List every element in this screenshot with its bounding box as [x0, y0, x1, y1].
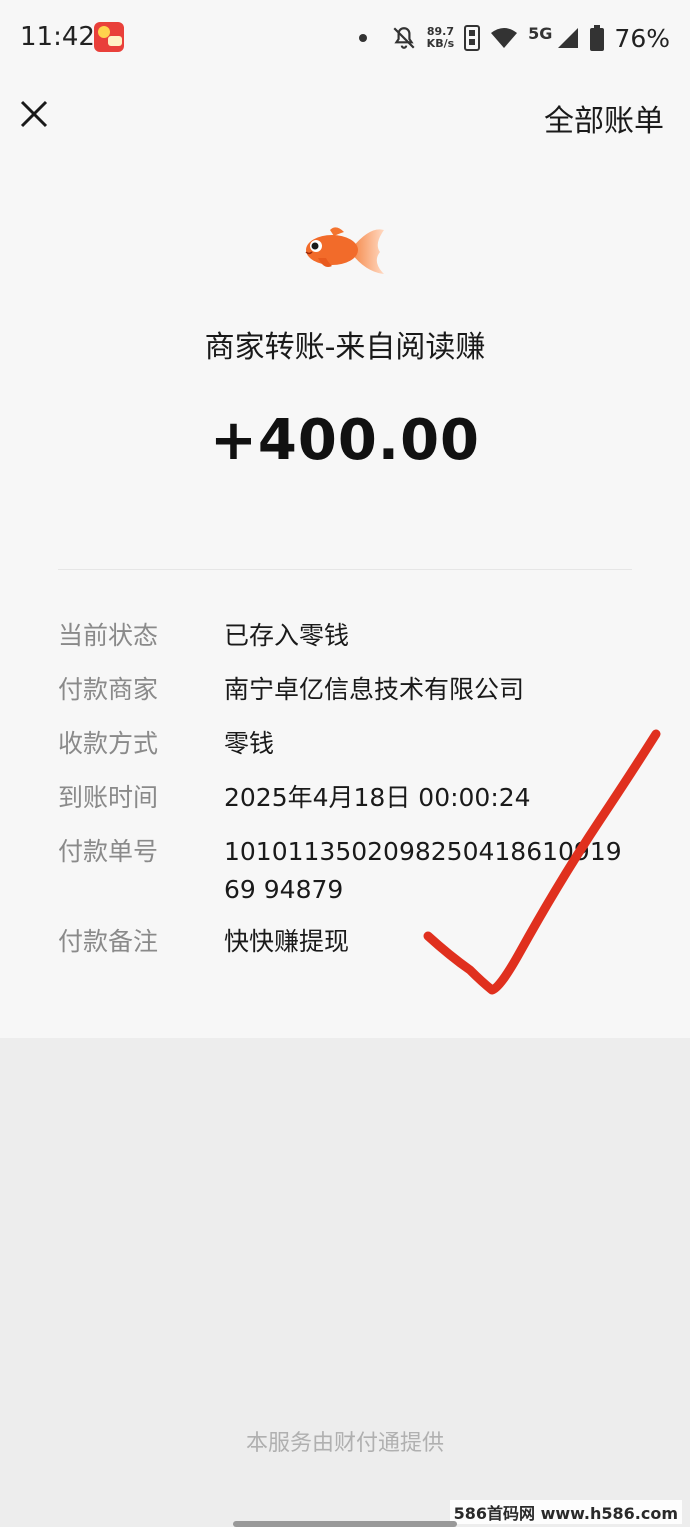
signal-icon	[558, 28, 579, 48]
status-time: 11:42	[20, 22, 95, 52]
divider	[58, 569, 632, 570]
battery-icon	[590, 25, 605, 51]
battery-percent: 76%	[614, 23, 670, 53]
notification-dot-icon	[358, 34, 367, 42]
detail-label: 到账时间	[58, 783, 159, 812]
detail-label: 收款方式	[58, 729, 159, 758]
transaction-title: 商家转账-来自阅读赚	[204, 330, 486, 365]
all-bills-link[interactable]: 全部账单	[544, 96, 664, 140]
goldfish-icon	[305, 227, 384, 274]
provider-note: 本服务由财付通提供	[245, 1431, 444, 1456]
mute-bell-icon	[393, 27, 415, 49]
status-icons: 89.7 KB/s 5G 76%	[358, 18, 670, 58]
site-watermark: 586首码网 www.h586.com	[449, 1500, 682, 1524]
nav-bar: 全部账单	[0, 76, 690, 160]
transaction-amount: +400.00	[209, 408, 481, 473]
network-speed: 89.7 KB/s	[426, 25, 455, 50]
wifi-icon	[491, 28, 518, 48]
detail-label: 付款单号	[58, 837, 159, 866]
app-notification-icon	[94, 22, 124, 52]
detail-value: 南宁卓亿信息技术有限公司	[224, 675, 525, 704]
detail-value: 已存入零钱	[224, 621, 350, 650]
network-type: 5G	[528, 23, 553, 43]
detail-label: 付款商家	[58, 675, 159, 704]
home-indicator[interactable]	[233, 1521, 457, 1527]
close-icon[interactable]	[14, 94, 54, 134]
detail-label: 付款备注	[58, 927, 159, 956]
status-bar: 11:42 89.7 KB/s 5G 76%	[0, 0, 690, 76]
red-checkmark-icon	[423, 729, 661, 995]
detail-label: 当前状态	[58, 621, 159, 650]
hd-icon	[464, 25, 481, 51]
